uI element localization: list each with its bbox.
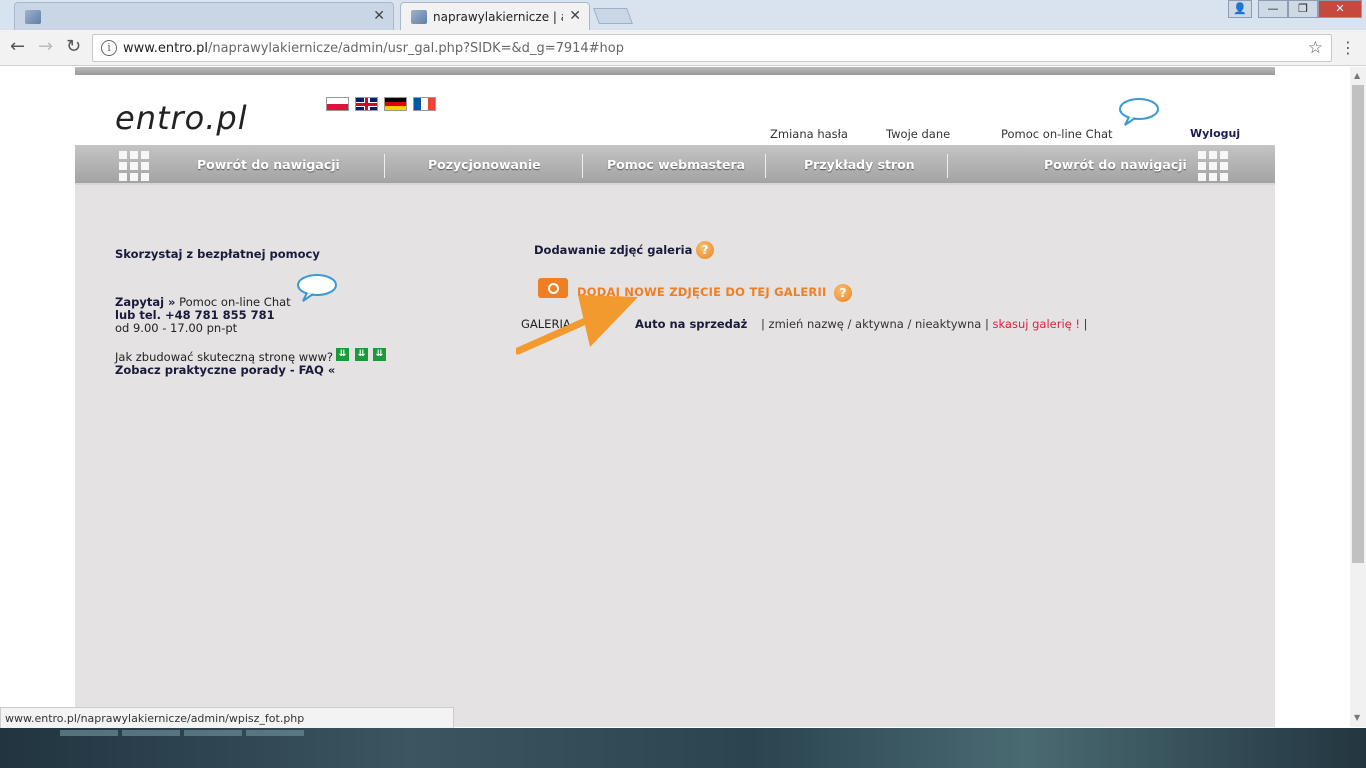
menu-separator	[384, 154, 385, 178]
scrollbar-thumb[interactable]	[1352, 85, 1364, 563]
menu-site-examples[interactable]: Przykłady stron	[804, 157, 915, 172]
faq-link[interactable]: Zobacz praktyczne porady - FAQ «	[115, 363, 335, 377]
download-icon[interactable]: ⇊	[355, 348, 368, 361]
help-question-icon[interactable]: ?	[696, 241, 714, 259]
page-scrollbar[interactable]: ▲ ▼	[1350, 67, 1366, 727]
address-url: www.entro.pl/naprawylakiernicze/admin/us…	[123, 41, 625, 56]
flag-fr-icon[interactable]	[413, 97, 436, 111]
orange-arrow-icon	[516, 295, 638, 355]
logout-link[interactable]: Wyloguj	[1190, 127, 1240, 140]
help-question-icon[interactable]: ?	[834, 284, 852, 302]
info-icon[interactable]: i	[101, 40, 117, 56]
change-password-link[interactable]: Zmiana hasła	[770, 127, 848, 141]
address-bar[interactable]: i www.entro.pl/naprawylakiernicze/admin/…	[92, 34, 1332, 62]
help-chat-link[interactable]: Pomoc on-line Chat	[1001, 127, 1113, 141]
rename-toggle-link[interactable]: | zmień nazwę / aktywna / nieaktywna |	[761, 317, 992, 331]
tab-strip: ✕ naprawylakiernicze | adm ✕ 👤 — ❐ ✕	[0, 0, 1366, 30]
user-profile-icon[interactable]: 👤	[1228, 0, 1252, 18]
ask-chat-line[interactable]: Zapytaj » Pomoc on-line Chat	[115, 295, 291, 309]
sidebar-title: Skorzystaj z bezpłatnej pomocy	[115, 247, 320, 261]
back-arrow-icon[interactable]: ←	[10, 36, 25, 57]
scroll-down-icon[interactable]: ▼	[1354, 713, 1360, 722]
forward-arrow-icon[interactable]: →	[38, 36, 53, 57]
reload-icon[interactable]: ↻	[66, 36, 81, 57]
site-favicon-icon	[25, 10, 41, 24]
taskbar-button[interactable]	[122, 730, 180, 736]
site-top-strip	[75, 67, 1275, 75]
flag-pl-icon[interactable]	[326, 97, 349, 111]
minimize-button[interactable]: —	[1258, 0, 1288, 18]
menu-separator	[947, 154, 948, 178]
new-tab-button[interactable]	[593, 8, 633, 24]
phone-number: lub tel. +48 781 855 781	[115, 308, 275, 322]
browser-menu-icon[interactable]: ⋮	[1340, 38, 1356, 57]
menu-back-to-navigation-right[interactable]: Powrót do nawigacji	[1044, 157, 1187, 172]
chat-bubble-icon[interactable]	[1117, 97, 1161, 127]
flag-de-icon[interactable]	[384, 97, 407, 111]
maximize-button[interactable]: ❐	[1288, 0, 1318, 18]
chat-bubble-icon[interactable]	[295, 273, 339, 303]
browser-toolbar: ← → ↻ i www.entro.pl/naprawylakiernicze/…	[0, 30, 1366, 66]
delete-gallery-link[interactable]: skasuj galerię !	[992, 317, 1080, 331]
menu-back-to-navigation[interactable]: Powrót do nawigacji	[197, 157, 340, 172]
site-logo[interactable]: entro.pl	[115, 99, 248, 137]
desktop-taskbar	[0, 728, 1366, 768]
menu-webmaster-help[interactable]: Pomoc webmastera	[607, 157, 745, 172]
your-data-link[interactable]: Twoje dane	[886, 127, 950, 141]
support-hours: od 9.00 - 17.00 pn-pt	[115, 321, 238, 335]
menu-positioning[interactable]: Pozycjonowanie	[428, 157, 541, 172]
page-viewport: entro.pl Zmiana hasła Twoje dane Pomoc o…	[0, 67, 1350, 727]
taskbar-button[interactable]	[184, 730, 242, 736]
howto-text: Jak zbudować skuteczną stronę www?	[115, 350, 334, 364]
close-tab-icon[interactable]: ✕	[373, 8, 385, 24]
bookmark-star-icon[interactable]: ☆	[1308, 38, 1323, 58]
site-header: entro.pl Zmiana hasła Twoje dane Pomoc o…	[75, 75, 1275, 145]
site-container: entro.pl Zmiana hasła Twoje dane Pomoc o…	[75, 67, 1275, 727]
download-icon[interactable]: ⇊	[336, 348, 349, 361]
scroll-up-icon[interactable]: ▲	[1354, 71, 1360, 80]
grid-menu-icon[interactable]	[1198, 151, 1228, 181]
grid-menu-icon[interactable]	[119, 151, 149, 181]
flag-gb-icon[interactable]	[355, 97, 378, 111]
status-bar-url: www.entro.pl/naprawylakiernicze/admin/wp…	[0, 707, 454, 729]
taskbar-button[interactable]	[246, 730, 304, 736]
site-favicon-icon	[411, 10, 427, 24]
menu-separator	[582, 154, 583, 178]
download-icon[interactable]: ⇊	[373, 348, 386, 361]
tab-title: naprawylakiernicze | adm	[433, 10, 563, 24]
taskbar-button[interactable]	[60, 730, 118, 736]
close-window-button[interactable]: ✕	[1318, 0, 1362, 18]
tab-active[interactable]: naprawylakiernicze | adm ✕	[400, 2, 590, 30]
menu-separator	[765, 154, 766, 178]
page-title: Dodawanie zdjęć galeria	[534, 243, 693, 257]
tab-inactive[interactable]: ✕	[14, 2, 394, 30]
gallery-actions: | zmień nazwę / aktywna / nieaktywna | s…	[761, 317, 1088, 331]
close-tab-icon[interactable]: ✕	[569, 8, 581, 24]
gallery-name: Auto na sprzedaż	[635, 317, 748, 331]
main-menu: Powrót do nawigacji Pozycjonowanie Pomoc…	[75, 145, 1275, 185]
